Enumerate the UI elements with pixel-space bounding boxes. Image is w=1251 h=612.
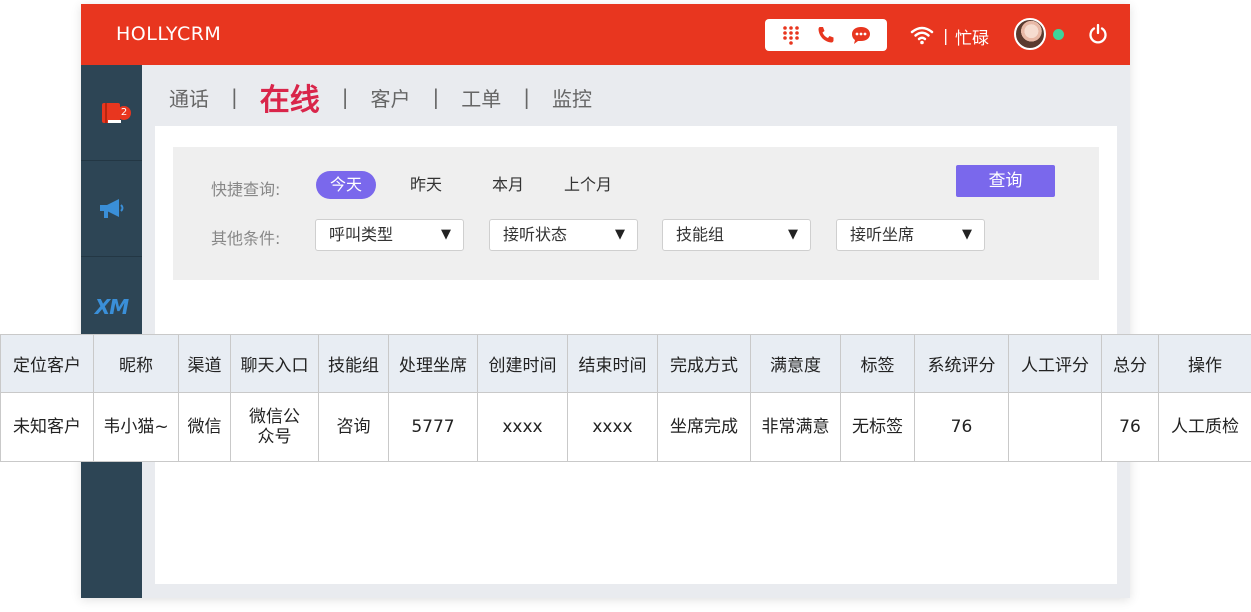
column-header: 渠道 xyxy=(178,334,231,393)
power-icon[interactable] xyxy=(1087,23,1109,45)
column-header: 昵称 xyxy=(93,334,179,393)
sidebar: 2 XM xyxy=(81,65,142,598)
column-header: 创建时间 xyxy=(477,334,568,393)
skill-group-select[interactable]: 技能组 ▼ xyxy=(662,219,811,251)
answer-status-select[interactable]: 接听状态 ▼ xyxy=(489,219,638,251)
quick-actions xyxy=(765,19,887,51)
column-header: 定位客户 xyxy=(0,334,94,393)
avatar[interactable] xyxy=(1014,18,1046,50)
notification-badge: 2 xyxy=(117,106,131,120)
app-window: HOLLYCRM | 忙碌 2 XM 通话 | 在线 | 客户 | 工单 | 监… xyxy=(81,4,1130,598)
quick-option-last-month[interactable]: 上个月 xyxy=(550,171,626,199)
call-type-select-value: 呼叫类型 xyxy=(329,225,394,244)
column-header: 技能组 xyxy=(318,334,389,393)
dialpad-icon[interactable] xyxy=(780,24,802,46)
table-row[interactable]: 未知客户 韦小猫~ 微信 微信公众号 咨询 5777 xxxx xxxx 坐席完… xyxy=(0,392,1251,462)
chat-icon[interactable] xyxy=(850,24,872,46)
column-header: 总分 xyxy=(1101,334,1159,393)
cell-total-score: 76 xyxy=(1101,392,1159,462)
dropdown-arrow-icon: ▼ xyxy=(962,227,972,242)
nav-separator: | xyxy=(523,85,530,109)
cell-skill-group: 咨询 xyxy=(318,392,389,462)
answer-agent-select-value: 接听坐席 xyxy=(850,225,915,244)
cell-created-time: xxxx xyxy=(477,392,568,462)
column-header: 系统评分 xyxy=(914,334,1009,393)
call-type-select[interactable]: 呼叫类型 ▼ xyxy=(315,219,464,251)
brand-logo: HOLLYCRM xyxy=(116,23,222,45)
table-header-row: 定位客户 昵称 渠道 聊天入口 技能组 处理坐席 创建时间 结束时间 完成方式 … xyxy=(0,334,1251,393)
wifi-icon xyxy=(910,26,934,45)
query-button[interactable]: 查询 xyxy=(956,165,1055,197)
nav-separator: | xyxy=(231,85,238,109)
sidebar-item-announcement[interactable] xyxy=(81,161,142,257)
skill-group-select-value: 技能组 xyxy=(676,225,725,244)
filter-area: 快捷查询: 今天 昨天 本月 上个月 查询 其他条件: 呼叫类型 ▼ 接听状态 … xyxy=(173,147,1099,280)
quick-query-label: 快捷查询: xyxy=(211,180,281,199)
column-header: 结束时间 xyxy=(567,334,658,393)
cell-satisfaction: 非常满意 xyxy=(750,392,841,462)
quick-option-this-month[interactable]: 本月 xyxy=(478,171,538,199)
quick-option-today[interactable]: 今天 xyxy=(316,171,377,199)
column-header: 完成方式 xyxy=(657,334,751,393)
quick-option-yesterday[interactable]: 昨天 xyxy=(396,171,456,199)
column-header: 操作 xyxy=(1158,334,1251,393)
dropdown-arrow-icon: ▼ xyxy=(441,227,451,242)
status-separator: | xyxy=(943,26,949,45)
agent-status[interactable]: 忙碌 xyxy=(955,24,989,49)
column-header: 标签 xyxy=(840,334,915,393)
megaphone-icon xyxy=(99,198,123,218)
column-header: 处理坐席 xyxy=(388,334,478,393)
nav-separator: | xyxy=(432,85,440,109)
cell-agent: 5777 xyxy=(388,392,478,462)
cell-manual-score xyxy=(1008,392,1102,462)
nav-tab-online[interactable]: 在线 xyxy=(260,75,320,119)
column-header: 满意度 xyxy=(750,334,841,393)
top-header: HOLLYCRM | 忙碌 xyxy=(81,4,1130,65)
column-header: 人工评分 xyxy=(1008,334,1102,393)
nav-tab-calls[interactable]: 通话 xyxy=(169,83,209,112)
answer-status-select-value: 接听状态 xyxy=(503,225,568,244)
answer-agent-select[interactable]: 接听坐席 ▼ xyxy=(836,219,985,251)
cell-chat-entry: 微信公众号 xyxy=(230,392,319,462)
dropdown-arrow-icon: ▼ xyxy=(788,227,798,242)
phone-icon[interactable] xyxy=(815,24,837,46)
nav-tab-customers[interactable]: 客户 xyxy=(371,83,411,112)
cell-locate-customer: 未知客户 xyxy=(0,392,94,462)
cell-system-score: 76 xyxy=(914,392,1009,462)
nav-tab-tickets[interactable]: 工单 xyxy=(461,83,501,112)
other-conditions-label: 其他条件: xyxy=(211,229,281,248)
quality-check-action[interactable]: 人工质检 xyxy=(1158,392,1251,462)
sidebar-item-book[interactable]: 2 xyxy=(81,65,142,161)
top-nav: 通话 | 在线 | 客户 | 工单 | 监控 xyxy=(142,65,1130,129)
dropdown-arrow-icon: ▼ xyxy=(615,227,625,242)
cell-end-time: xxxx xyxy=(567,392,658,462)
cell-completion-method: 坐席完成 xyxy=(657,392,751,462)
column-header: 聊天入口 xyxy=(230,334,319,393)
cell-channel: 微信 xyxy=(178,392,231,462)
session-table: 定位客户 昵称 渠道 聊天入口 技能组 处理坐席 创建时间 结束时间 完成方式 … xyxy=(0,334,1251,462)
cell-tag: 无标签 xyxy=(840,392,915,462)
nav-tab-monitor[interactable]: 监控 xyxy=(552,83,592,112)
online-status-dot xyxy=(1053,29,1064,40)
xm-logo: XM xyxy=(94,295,129,319)
cell-nickname: 韦小猫~ xyxy=(93,392,179,462)
nav-separator: | xyxy=(341,85,349,109)
